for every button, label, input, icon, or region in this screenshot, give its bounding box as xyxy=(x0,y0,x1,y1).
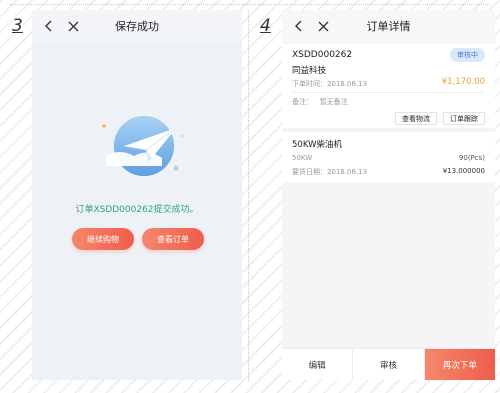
status-badge: 审核中 xyxy=(450,48,485,62)
note-label: 备注： xyxy=(292,98,313,106)
order-time-value: 2018.06.13 xyxy=(327,80,368,88)
nav-bar: 订单详情 xyxy=(282,10,495,42)
order-time: 下单时间：2018.06.13 xyxy=(292,79,367,89)
continue-shopping-button[interactable]: 继续购物 xyxy=(72,228,134,250)
order-summary-card: XSDD000262 审核中 同益科技 下单时间：2018.06.13 ¥1,1… xyxy=(282,44,495,128)
card-divider xyxy=(292,92,485,93)
product-spec: 50KW xyxy=(292,154,313,162)
action-bar: 编辑 审核 再次下单 xyxy=(282,348,495,380)
top-divider xyxy=(10,4,490,5)
order-time-label: 下单时间： xyxy=(292,80,327,88)
center-divider xyxy=(248,10,249,381)
nav-bar: 保存成功 xyxy=(32,10,242,42)
step-number-3: 3 xyxy=(12,16,23,36)
order-note: 备注： 暂无备注 xyxy=(292,97,348,107)
paper-plane-icon xyxy=(94,106,194,186)
order-detail-screen: 订单详情 XSDD000262 审核中 同益科技 下单时间：2018.06.13… xyxy=(282,10,495,380)
order-number: XSDD000262 xyxy=(292,50,353,60)
success-message: 订单XSDD000262提交成功。 xyxy=(75,205,199,215)
chevron-left-icon[interactable] xyxy=(288,15,310,37)
delivery-date-value: 2018.06.13 xyxy=(327,168,368,176)
delivery-date: 要货日期：2018.06.13 xyxy=(292,167,367,177)
view-order-button[interactable]: 查看订单 xyxy=(142,228,204,250)
view-logistics-button[interactable]: 查看物流 xyxy=(395,112,437,125)
step-number-4: 4 xyxy=(260,16,271,36)
close-icon[interactable] xyxy=(312,15,334,37)
order-tracking-button[interactable]: 订单跟踪 xyxy=(443,112,485,125)
chevron-left-icon[interactable] xyxy=(38,15,60,37)
audit-button[interactable]: 审核 xyxy=(352,349,423,380)
delivery-date-label: 要货日期： xyxy=(292,168,327,176)
product-price: ¥13.000000 xyxy=(442,167,485,175)
save-success-screen: 保存成功 订单XSDD000262提交成功。 继续购物 查看订单 xyxy=(32,10,242,380)
close-icon[interactable] xyxy=(62,15,84,37)
product-quantity: 90(Pcs) xyxy=(458,154,485,162)
company-name: 同益科技 xyxy=(292,66,327,76)
edit-button[interactable]: 编辑 xyxy=(282,349,352,380)
order-amount: ¥1,170.00 xyxy=(441,77,485,87)
product-item-card[interactable]: 50KW柴油机 50KW 90(Pcs) 要货日期：2018.06.13 ¥13… xyxy=(282,132,495,182)
reorder-button[interactable]: 再次下单 xyxy=(423,349,495,380)
note-value: 暂无备注 xyxy=(319,98,348,106)
product-name: 50KW柴油机 xyxy=(292,140,342,150)
